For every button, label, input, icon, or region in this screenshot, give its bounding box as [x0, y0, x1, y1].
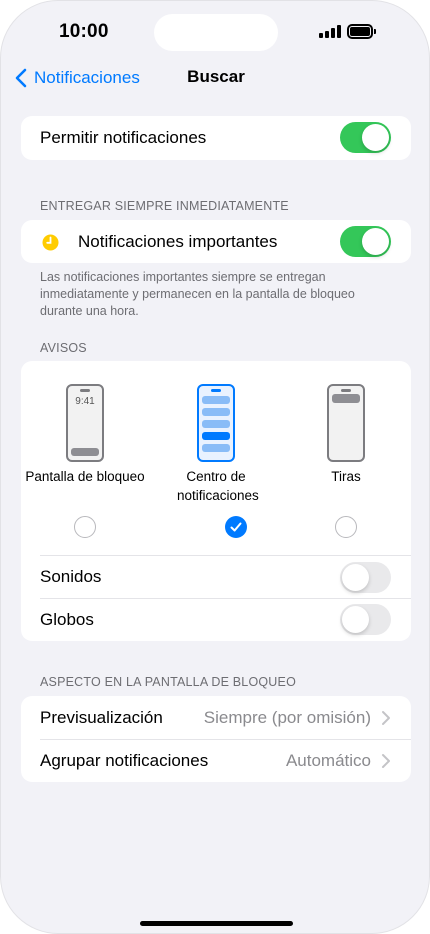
page-title-text: Buscar	[187, 67, 245, 86]
section-header-lock-screen: ASPECTO EN LA PANTALLA DE BLOQUEO	[40, 675, 296, 689]
sounds-row: Sonidos	[21, 556, 411, 598]
allow-notifications-label: Permitir notificaciones	[40, 128, 207, 147]
page-title: Buscar	[1, 67, 429, 87]
time-sensitive-footnote: Las notificaciones importantes siempre s…	[40, 270, 355, 318]
checkmark-icon	[230, 522, 242, 532]
clock-icon	[42, 234, 59, 251]
allow-notifications-row: Permitir notificaciones	[21, 116, 411, 160]
allow-notifications-toggle[interactable]	[340, 122, 391, 153]
section-header-alerts: AVISOS	[40, 341, 87, 355]
radio-banners[interactable]	[335, 516, 357, 538]
badges-row: Globos	[21, 599, 411, 641]
battery-icon	[347, 24, 376, 39]
alert-caption-banners: Tiras	[331, 469, 361, 484]
sounds-label: Sonidos	[40, 567, 102, 586]
radio-notification-center[interactable]	[225, 516, 247, 538]
time-sensitive-toggle[interactable]	[340, 226, 391, 257]
section-header-deliver: ENTREGAR SIEMPRE INMEDIATAMENTE	[40, 199, 289, 213]
previews-label: Previsualización	[40, 707, 163, 727]
previews-row[interactable]: Previsualización Siempre (por omisión)	[21, 696, 411, 739]
lock-screen-card: Previsualización Siempre (por omisión) A…	[21, 696, 411, 782]
phone-screen: 10:00 Notificaciones Buscar Permitir not…	[0, 0, 430, 934]
cellular-signal-icon	[319, 25, 341, 38]
lock-screen-time: 9:41	[75, 396, 95, 407]
alerts-card: 9:41 Pantalla de bloqueo Centro de notif…	[21, 361, 411, 641]
radio-lock-screen[interactable]	[74, 516, 96, 538]
badges-toggle[interactable]	[340, 604, 391, 635]
allow-notifications-card: Permitir notificaciones	[21, 116, 411, 160]
grouping-row[interactable]: Agrupar notificaciones Automático	[21, 739, 411, 782]
grouping-value: Automático	[285, 750, 371, 770]
badges-label: Globos	[40, 610, 94, 629]
chevron-right-icon	[382, 753, 390, 768]
previews-value: Siempre (por omisión)	[203, 707, 371, 727]
alert-caption-lock-screen: Pantalla de bloqueo	[25, 469, 145, 484]
dynamic-island	[154, 14, 278, 51]
home-indicator[interactable]	[140, 921, 293, 926]
alert-caption-notification-center: Centro de notificaciones	[177, 469, 259, 503]
sounds-toggle[interactable]	[340, 562, 391, 593]
time-sensitive-row: Notificaciones importantes	[21, 220, 411, 263]
grouping-label: Agrupar notificaciones	[40, 750, 209, 770]
notification-center-phone-icon	[197, 384, 235, 462]
banners-phone-icon	[327, 384, 365, 462]
time-sensitive-label: Notificaciones importantes	[78, 231, 278, 251]
time-sensitive-card: Notificaciones importantes	[21, 220, 411, 263]
status-time: 10:00	[59, 21, 109, 42]
chevron-right-icon	[382, 710, 390, 725]
